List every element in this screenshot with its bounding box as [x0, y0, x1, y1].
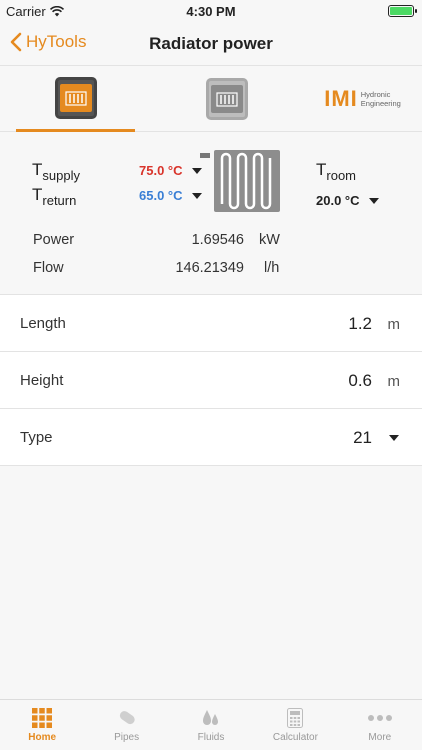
radiator-inputs: Length 1.2 m Height 0.6 m Type 21 — [0, 294, 422, 466]
supply-temperature-value: 75.0 °C — [139, 163, 183, 178]
t-room-label: Troom — [316, 160, 357, 183]
height-label: Height — [20, 372, 64, 389]
t-supply-label: Tsupply — [32, 160, 80, 183]
power-unit: kW — [259, 232, 280, 248]
pipe-icon — [119, 711, 135, 725]
length-row: Length 1.2 m — [0, 295, 422, 352]
navigation-bar: HyTools Radiator power — [0, 22, 422, 66]
room-temperature-value: 20.0 °C — [316, 193, 360, 208]
type-row[interactable]: Type 21 — [0, 409, 422, 466]
chevron-down-icon — [368, 197, 379, 204]
radiator-panel: Tsupply 75.0 °C Treturn 65.0 °C Troom 20… — [0, 132, 422, 294]
tab-home[interactable]: Home — [0, 700, 84, 750]
tab-pipes[interactable]: Pipes — [84, 700, 168, 750]
drops-icon — [203, 710, 219, 725]
imi-logo: IMI Hydronic Engineering — [324, 86, 401, 112]
type-label: Type — [20, 429, 53, 446]
length-label: Length — [20, 315, 66, 332]
tab-pipes-label: Pipes — [114, 732, 140, 743]
grid-icon — [32, 708, 53, 728]
length-input[interactable]: 1.2 — [348, 314, 372, 334]
tab-more[interactable]: More — [338, 700, 422, 750]
height-unit: m — [387, 373, 401, 390]
power-label: Power — [33, 232, 75, 248]
calculator-icon — [287, 708, 304, 728]
imi-line1: Hydronic — [360, 90, 391, 99]
tab-radiator-power[interactable] — [16, 66, 135, 132]
bottom-tab-bar: Home Pipes Fluids Calculator More — [0, 699, 422, 750]
supply-temperature-select[interactable]: 75.0 °C — [139, 163, 202, 178]
tab-home-label: Home — [28, 732, 57, 743]
return-temperature-value: 65.0 °C — [139, 188, 183, 203]
height-row: Height 0.6 m — [0, 352, 422, 409]
height-input[interactable]: 0.6 — [348, 371, 372, 391]
flow-value: 146.21349 — [175, 260, 244, 276]
length-unit: m — [387, 316, 401, 333]
tab-brand[interactable]: IMI Hydronic Engineering — [303, 66, 422, 132]
more-icon — [367, 715, 392, 721]
status-bar: Carrier 4:30 PM — [0, 0, 422, 22]
radiator-icon — [54, 76, 97, 119]
power-value: 1.69546 — [191, 232, 244, 248]
t-return-label: Treturn — [32, 185, 77, 208]
imi-line2: Engineering — [360, 99, 401, 108]
chevron-down-icon[interactable] — [389, 435, 399, 441]
battery-level — [390, 7, 412, 15]
return-temperature-select[interactable]: 65.0 °C — [139, 188, 202, 203]
tab-more-label: More — [368, 732, 392, 743]
radiator-mode-tabs: IMI Hydronic Engineering — [0, 66, 422, 132]
tab-fluids-label: Fluids — [197, 732, 225, 743]
room-temperature-select[interactable]: 20.0 °C — [316, 193, 379, 208]
radiator-illustration — [200, 150, 280, 212]
tab-fluids[interactable]: Fluids — [169, 700, 253, 750]
tab-calculator[interactable]: Calculator — [253, 700, 337, 750]
flow-label: Flow — [33, 260, 64, 276]
clock: 4:30 PM — [186, 4, 236, 19]
tab-calculator-label: Calculator — [272, 732, 318, 743]
type-select[interactable]: 21 — [353, 428, 372, 448]
imi-subtitle: Hydronic Engineering — [361, 90, 401, 108]
radiator-icon — [205, 78, 248, 120]
page-title: Radiator power — [149, 34, 273, 53]
battery-icon — [388, 5, 417, 17]
imi-mark: IMI — [324, 86, 358, 111]
flow-unit: l/h — [264, 260, 280, 276]
tab-radiator-alt[interactable] — [167, 66, 286, 132]
